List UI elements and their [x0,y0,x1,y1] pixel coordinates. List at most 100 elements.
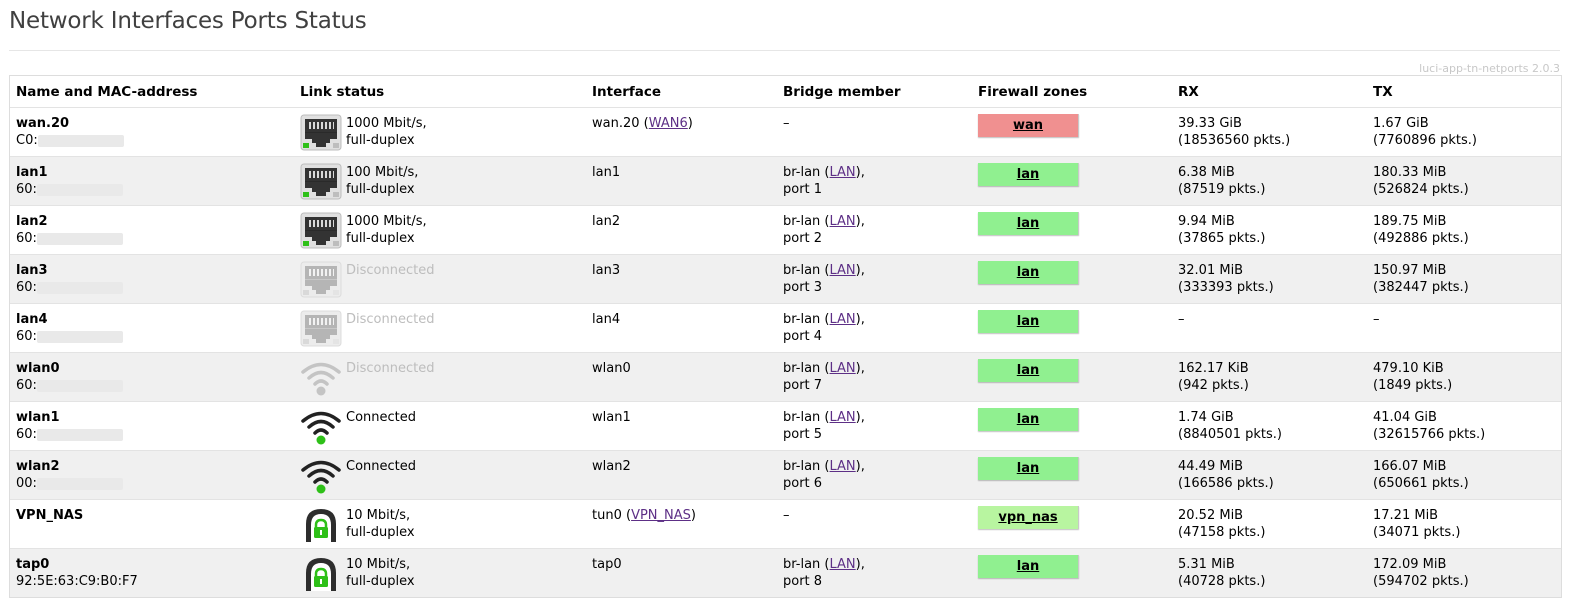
rx-packets: (87519 pkts.) [1178,182,1266,197]
tx-cell: 180.33 MiB (526824 pkts.) [1367,157,1559,205]
rx-bytes: 162.17 KiB [1178,361,1249,376]
mac-address: 60: [16,230,288,247]
table-row: VPN_NAS 10 Mbit/s, full-duplex tun0 (VPN_NA… [10,499,1561,548]
firewall-zone-badge[interactable]: lan [978,261,1079,284]
mac-address: 60: [16,279,288,296]
bridge-network-link[interactable]: LAN [830,459,856,474]
link-status-text: 1000 Mbit/s, [346,214,427,229]
firewall-zone-badge[interactable]: lan [978,457,1079,480]
bridge-port: port 1 [783,182,823,197]
link-cell: 100 Mbit/s, full-duplex [294,157,586,205]
name-cell: wlan1 60: [10,402,294,450]
bridge-network-link[interactable]: LAN [830,410,856,425]
link-duplex-text: full-duplex [346,574,415,589]
rx-bytes: – [1178,312,1185,327]
rx-cell: 6.38 MiB (87519 pkts.) [1172,157,1367,205]
rx-bytes: 1.74 GiB [1178,410,1234,425]
interface-name: tun0 [592,508,622,523]
firewall-zone-badge[interactable]: lan [978,212,1079,235]
rx-packets: (18536560 pkts.) [1178,133,1291,148]
rx-packets: (942 pkts.) [1178,378,1249,393]
link-cell: 1000 Mbit/s, full-duplex [294,108,586,156]
bridge-name: br-lan [783,410,821,425]
table-row: lan3 60: Disconnected lan3 br-lan (LAN), port… [10,254,1561,303]
table-row: lan2 60: 1000 Mbit/s, full-duplex lan2 br-lan… [10,205,1561,254]
firewall-zone-badge[interactable]: wan [978,114,1079,137]
link-status-text: Connected [346,459,417,474]
name-cell: wlan2 00: [10,451,294,499]
bridge-network-link[interactable]: LAN [830,263,856,278]
tx-packets: (32615766 pkts.) [1373,427,1486,442]
tx-packets: (1849 pkts.) [1373,378,1453,393]
tx-cell: 150.97 MiB (382447 pkts.) [1367,255,1559,303]
name-cell: VPN_NAS [10,500,294,548]
mac-address-text: 60: [16,378,37,393]
bridge-cell: br-lan (LAN), port 3 [783,263,865,295]
rx-packets: (8840501 pkts.) [1178,427,1282,442]
rx-packets: (40728 pkts.) [1178,574,1266,589]
bridge-network-link[interactable]: LAN [830,361,856,376]
bridge-cell: br-lan (LAN), port 6 [783,459,865,491]
link-cell: Disconnected [294,255,586,303]
bridge-network-link[interactable]: LAN [830,557,856,572]
mac-address-text: 60: [16,182,37,197]
mac-address-text: 92:5E:63:C9:B0:F7 [16,574,138,589]
vpn-tunnel-icon [300,506,342,544]
link-status: Disconnected [346,311,434,345]
table-row: wlan1 60: Connected wlan1 br-lan (LAN), port … [10,401,1561,450]
table-row: wlan2 00: Connected wlan2 br-lan (LAN), port … [10,450,1561,499]
mac-address: 60: [16,377,288,394]
interface-cell: tun0 (VPN_NAS) [592,508,696,523]
device-name: wlan0 [16,361,60,376]
rx-cell: 9.94 MiB (37865 pkts.) [1172,206,1367,254]
rx-packets: (333393 pkts.) [1178,280,1274,295]
bridge-network-link[interactable]: LAN [830,214,856,229]
interface-name: lan4 [592,312,621,327]
name-cell: wlan0 60: [10,353,294,401]
device-name: wan.20 [16,116,70,131]
column-header-name: Name and MAC-address [16,84,198,100]
link-status: Connected [346,409,416,443]
rx-cell: – [1172,304,1367,352]
interface-cell: wlan2 [586,451,777,499]
interface-network-link[interactable]: VPN_NAS [631,508,691,523]
mac-address-redacted [36,232,123,245]
tx-cell: 166.07 MiB (650661 pkts.) [1367,451,1559,499]
link-cell: 1000 Mbit/s, full-duplex [294,206,586,254]
firewall-zone-badge[interactable]: lan [978,408,1079,431]
link-cell: 10 Mbit/s, full-duplex [294,549,586,597]
firewall-zone-badge[interactable]: lan [978,359,1079,382]
bridge-cell: br-lan (LAN), port 5 [783,410,865,442]
mac-address: 60: [16,328,288,345]
interface-cell: lan4 [586,304,777,352]
tx-cell: 1.67 GiB (7760896 pkts.) [1367,108,1559,156]
firewall-cell: vpn_nas [972,500,1172,548]
rx-cell: 5.31 MiB (40728 pkts.) [1172,549,1367,597]
firewall-zone-badge[interactable]: lan [978,555,1079,578]
bridge-network-link[interactable]: LAN [830,312,856,327]
link-cell: Connected [294,451,586,499]
device-name: lan2 [16,214,48,229]
mac-address: 60: [16,426,288,443]
name-cell: wan.20 C0: [10,108,294,156]
bridge-name: br-lan [783,165,821,180]
device-name: tap0 [16,557,50,572]
link-status: 1000 Mbit/s, full-duplex [346,115,427,149]
link-status-text: 10 Mbit/s, [346,557,411,572]
app-version: luci-app-tn-netports 2.0.3 [1419,62,1560,75]
vpn-tunnel-icon [300,555,342,593]
tx-cell: 41.04 GiB (32615766 pkts.) [1367,402,1559,450]
firewall-zone-badge[interactable]: lan [978,310,1079,333]
link-duplex-text: full-duplex [346,231,415,246]
bridge-network-link[interactable]: LAN [830,165,856,180]
bridge-cell: – [777,500,972,548]
table-row: lan1 60: 100 Mbit/s, full-duplex lan1 br-lan … [10,156,1561,205]
firewall-zone-badge[interactable]: lan [978,163,1079,186]
interface-network-link[interactable]: WAN6 [649,116,688,131]
tx-packets: (34071 pkts.) [1373,525,1461,540]
tx-bytes: 17.21 MiB [1373,508,1439,523]
firewall-cell: lan [972,549,1172,597]
bridge-name: br-lan [783,214,821,229]
bridge-cell: – [777,108,972,156]
firewall-zone-badge[interactable]: vpn_nas [978,506,1079,529]
